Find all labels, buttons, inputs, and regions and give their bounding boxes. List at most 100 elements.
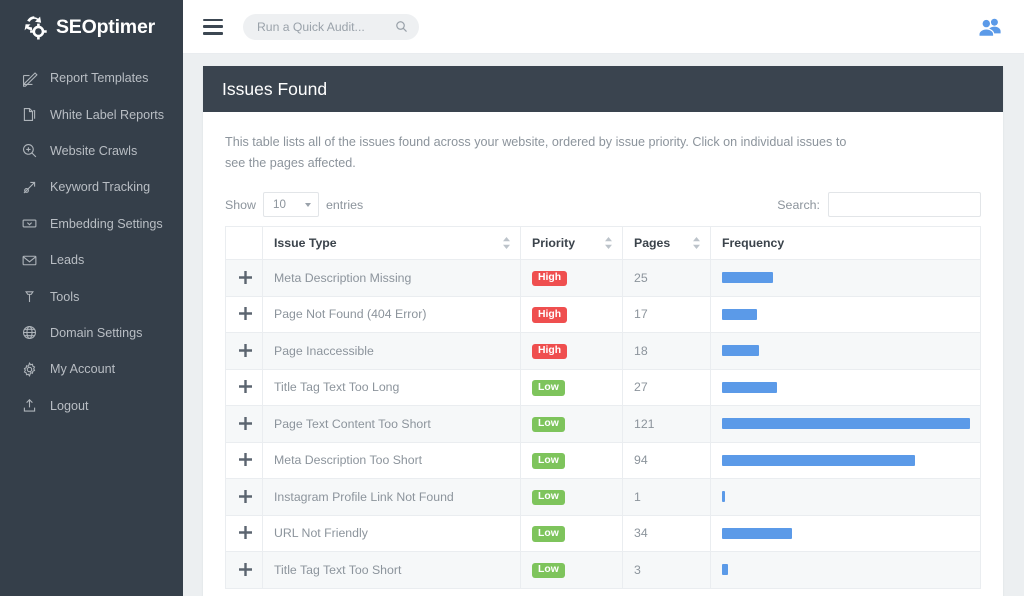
issue-type-cell[interactable]: Meta Description Missing <box>263 260 521 297</box>
expand-cell[interactable] <box>226 442 263 479</box>
column-label: Issue Type <box>274 236 337 250</box>
sidebar-item-logout[interactable]: Logout <box>0 388 183 424</box>
issue-type-cell[interactable]: URL Not Friendly <box>263 515 521 552</box>
pages-cell: 17 <box>623 296 711 333</box>
sidebar-item-label: My Account <box>50 362 115 376</box>
expand-cell[interactable] <box>226 296 263 333</box>
sidebar-item-report-templates[interactable]: Report Templates <box>0 60 183 96</box>
search-input[interactable] <box>257 20 395 34</box>
priority-cell: Low <box>521 406 623 443</box>
embed-box-icon <box>21 215 38 232</box>
sidebar: SEOptimer Report Templates White Label R… <box>0 0 183 596</box>
sidebar-item-label: Domain Settings <box>50 326 142 340</box>
column-pages[interactable]: Pages <box>623 227 711 260</box>
sidebar-item-keyword-tracking[interactable]: Keyword Tracking <box>0 169 183 205</box>
issue-type-cell[interactable]: Meta Description Too Short <box>263 442 521 479</box>
plus-icon[interactable] <box>237 306 253 322</box>
logout-upload-icon <box>21 397 38 414</box>
expand-cell[interactable] <box>226 479 263 516</box>
expand-cell[interactable] <box>226 333 263 370</box>
frequency-bar <box>722 455 915 466</box>
table-row[interactable]: Instagram Profile Link Not FoundLow1 <box>226 479 981 516</box>
people-icon[interactable] <box>978 16 1002 38</box>
table-row[interactable]: Page Not Found (404 Error) High 17 <box>226 296 981 333</box>
table-row[interactable]: URL Not FriendlyLow34 <box>226 515 981 552</box>
hamburger-icon[interactable] <box>203 19 223 35</box>
plus-icon[interactable] <box>237 415 253 431</box>
expand-cell[interactable] <box>226 406 263 443</box>
magnifier-plus-icon <box>21 142 38 159</box>
table-row[interactable]: Title Tag Text Too Short Low 3 <box>226 552 981 589</box>
issue-type-cell[interactable]: Page Inaccessible <box>263 333 521 370</box>
quick-audit-search[interactable] <box>243 14 419 40</box>
sidebar-item-domain-settings[interactable]: Domain Settings <box>0 315 183 351</box>
brand[interactable]: SEOptimer <box>0 0 183 54</box>
main-area: Issues Found This table lists all of the… <box>183 0 1024 596</box>
page-length-control: Show 10 entries <box>225 192 363 217</box>
plus-icon[interactable] <box>237 269 253 285</box>
priority-cell: Low <box>521 552 623 589</box>
sidebar-item-label: Report Templates <box>50 71 148 85</box>
issue-type-cell[interactable]: Title Tag Text Too Short <box>263 552 521 589</box>
priority-cell: High <box>521 260 623 297</box>
frequency-cell <box>711 369 981 406</box>
issue-type-cell[interactable]: Page Text Content Too Short <box>263 406 521 443</box>
table-search-input[interactable] <box>828 192 981 217</box>
plus-icon[interactable] <box>237 452 253 468</box>
plus-icon[interactable] <box>237 379 253 395</box>
status-badge: Low <box>532 453 565 469</box>
pages-cell: 94 <box>623 442 711 479</box>
issue-type-cell[interactable]: Instagram Profile Link Not Found <box>263 479 521 516</box>
expand-cell[interactable] <box>226 260 263 297</box>
sidebar-item-tools[interactable]: Tools <box>0 278 183 314</box>
plus-icon[interactable] <box>237 342 253 358</box>
app-root: SEOptimer Report Templates White Label R… <box>0 0 1024 596</box>
table-row[interactable]: Page InaccessibleHigh18 <box>226 333 981 370</box>
column-priority[interactable]: Priority <box>521 227 623 260</box>
table-row[interactable]: Page Text Content Too ShortLow121 <box>226 406 981 443</box>
page-length-select[interactable]: 10 <box>263 192 319 217</box>
sort-icon <box>604 237 613 249</box>
documents-icon <box>21 106 38 123</box>
expand-cell[interactable] <box>226 552 263 589</box>
issue-type-cell[interactable]: Page Not Found (404 Error) <box>263 296 521 333</box>
table-search-control: Search: <box>777 192 981 217</box>
card-body: This table lists all of the issues found… <box>203 112 1003 596</box>
sidebar-item-my-account[interactable]: My Account <box>0 351 183 387</box>
sidebar-item-label: White Label Reports <box>50 108 164 122</box>
expand-cell[interactable] <box>226 369 263 406</box>
sort-icon <box>692 237 701 249</box>
table-row[interactable]: Meta Description Too Short Low 94 <box>226 442 981 479</box>
priority-cell: Low <box>521 369 623 406</box>
frequency-bar <box>722 309 757 320</box>
sidebar-item-white-label-reports[interactable]: White Label Reports <box>0 96 183 132</box>
status-badge: Low <box>532 563 565 579</box>
issues-card: Issues Found This table lists all of the… <box>203 66 1003 596</box>
plus-icon[interactable] <box>237 488 253 504</box>
sidebar-item-label: Embedding Settings <box>50 217 163 231</box>
search-icon[interactable] <box>395 20 408 33</box>
column-label: Frequency <box>722 236 784 250</box>
issue-type-cell[interactable]: Title Tag Text Too Long <box>263 369 521 406</box>
gear-icon <box>21 361 38 378</box>
plus-icon[interactable] <box>237 561 253 577</box>
pages-cell: 121 <box>623 406 711 443</box>
sidebar-item-embedding-settings[interactable]: Embedding Settings <box>0 206 183 242</box>
status-badge: High <box>532 307 567 323</box>
frequency-bar <box>722 418 970 429</box>
sidebar-nav: Report Templates White Label Reports Web… <box>0 54 183 424</box>
sidebar-item-leads[interactable]: Leads <box>0 242 183 278</box>
sidebar-item-label: Leads <box>50 253 84 267</box>
plus-icon[interactable] <box>237 525 253 541</box>
intro-text: This table lists all of the issues found… <box>225 132 870 174</box>
sidebar-item-website-crawls[interactable]: Website Crawls <box>0 133 183 169</box>
column-label: Pages <box>634 236 670 250</box>
table-row[interactable]: Title Tag Text Too LongLow27 <box>226 369 981 406</box>
pages-cell: 34 <box>623 515 711 552</box>
pages-cell: 3 <box>623 552 711 589</box>
expand-cell[interactable] <box>226 515 263 552</box>
seoptimer-logo-icon <box>21 14 47 40</box>
status-badge: High <box>532 271 567 287</box>
table-row[interactable]: Meta Description MissingHigh25 <box>226 260 981 297</box>
column-issue-type[interactable]: Issue Type <box>263 227 521 260</box>
